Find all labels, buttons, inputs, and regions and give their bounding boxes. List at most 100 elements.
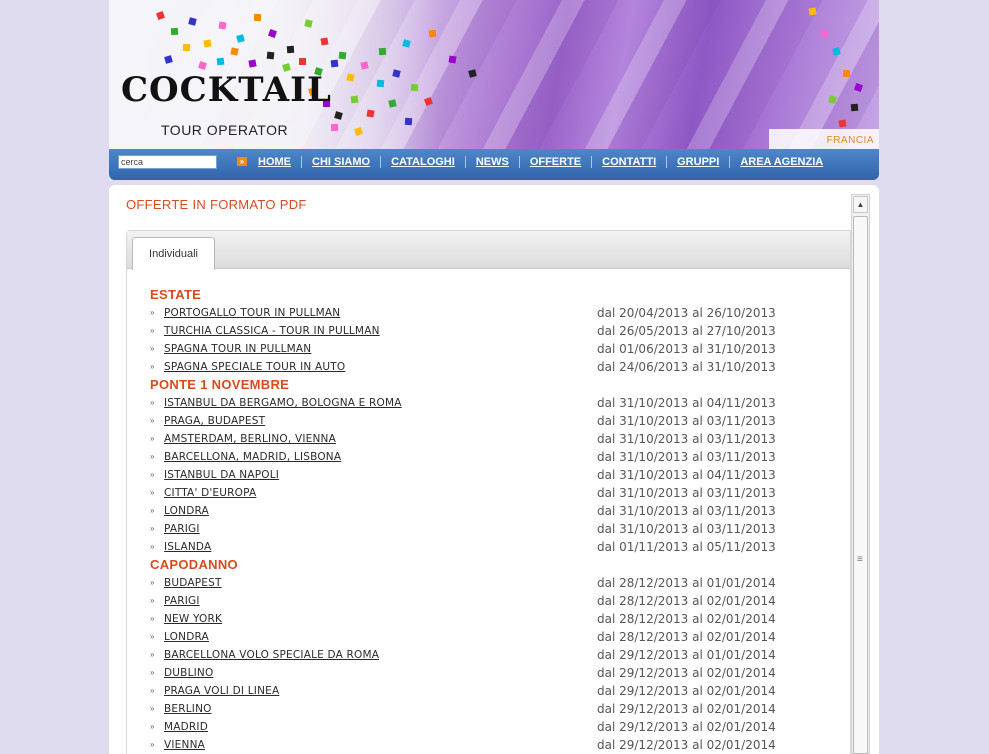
offer-link[interactable]: ISLANDA <box>164 538 211 556</box>
double-chevron-icon: » <box>150 542 155 551</box>
offer-dates: dal 31/10/2013 al 03/11/2013 <box>597 414 776 428</box>
header-banner: COCKTAIL TOUR OPERATOR FRANCIA <box>109 0 879 149</box>
logo[interactable]: COCKTAIL <box>121 70 332 110</box>
offer-row: » LONDRA dal 28/12/2013 al 02/01/2014 <box>150 628 850 646</box>
offer-link[interactable]: ISTANBUL DA NAPOLI <box>164 466 279 484</box>
offer-row: » MADRID dal 29/12/2013 al 02/01/2014 <box>150 718 850 736</box>
double-chevron-icon: » <box>150 362 155 371</box>
offer-row: » SPAGNA TOUR IN PULLMAN dal 01/06/2013 al… <box>150 340 850 358</box>
offer-link[interactable]: PARIGI <box>164 520 200 538</box>
double-chevron-icon: » <box>150 470 155 479</box>
section-title: CAPODANNO <box>150 557 238 572</box>
offer-dates: dal 31/10/2013 al 03/11/2013 <box>597 432 776 446</box>
double-chevron-icon: » <box>150 434 155 443</box>
search-go-icon[interactable]: » <box>237 157 247 166</box>
offer-link[interactable]: TURCHIA CLASSICA - TOUR IN PULLMAN <box>164 322 380 340</box>
offer-dates: dal 31/10/2013 al 04/11/2013 <box>597 396 776 410</box>
offer-link[interactable]: AMSTERDAM, BERLINO, VIENNA <box>164 430 336 448</box>
double-chevron-icon: » <box>150 668 155 677</box>
offer-dates: dal 28/12/2013 al 02/01/2014 <box>597 630 776 644</box>
offer-dates: dal 31/10/2013 al 03/11/2013 <box>597 504 776 518</box>
offer-dates: dal 29/12/2013 al 02/01/2014 <box>597 738 776 752</box>
offer-row: » ISTANBUL DA NAPOLI dal 31/10/2013 al 04/… <box>150 466 850 484</box>
offer-link[interactable]: SPAGNA SPECIALE TOUR IN AUTO <box>164 358 345 376</box>
offer-link[interactable]: ISTANBUL DA BERGAMO, BOLOGNA E ROMA <box>164 394 402 412</box>
offer-link[interactable]: BUDAPEST <box>164 574 222 592</box>
offer-dates: dal 26/05/2013 al 27/10/2013 <box>597 324 776 338</box>
double-chevron-icon: » <box>150 740 155 749</box>
double-chevron-icon: » <box>150 488 155 497</box>
double-chevron-icon: » <box>150 614 155 623</box>
offer-dates: dal 31/10/2013 al 04/11/2013 <box>597 468 776 482</box>
double-chevron-icon: » <box>150 398 155 407</box>
offer-dates: dal 29/12/2013 al 02/01/2014 <box>597 666 776 680</box>
double-chevron-icon: » <box>150 452 155 461</box>
nav-gruppi[interactable]: GRUPPI <box>677 156 719 168</box>
nav-menu: HOME CHI SIAMO CATALOGHI NEWS OFFERTE CONTATT… <box>258 149 823 174</box>
search-input[interactable] <box>118 155 217 169</box>
offer-dates: dal 01/11/2013 al 05/11/2013 <box>597 540 776 554</box>
nav-contatti[interactable]: CONTATTI <box>602 156 656 168</box>
offer-dates: dal 31/10/2013 al 03/11/2013 <box>597 486 776 500</box>
offer-link[interactable]: NEW YORK <box>164 610 222 628</box>
offer-row: » PARIGI dal 31/10/2013 al 03/11/2013 <box>150 520 850 538</box>
offer-dates: dal 29/12/2013 al 02/01/2014 <box>597 684 776 698</box>
offer-link[interactable]: PORTOGALLO TOUR IN PULLMAN <box>164 304 340 322</box>
offer-dates: dal 29/12/2013 al 01/01/2014 <box>597 648 776 662</box>
offer-link[interactable]: BARCELLONA, MADRID, LISBONA <box>164 448 341 466</box>
offer-link[interactable]: SPAGNA TOUR IN PULLMAN <box>164 340 311 358</box>
nav-offerte[interactable]: OFFERTE <box>530 156 581 168</box>
offer-row: » DUBLINO dal 29/12/2013 al 02/01/2014 <box>150 664 850 682</box>
offer-link[interactable]: LONDRA <box>164 502 209 520</box>
offer-dates: dal 28/12/2013 al 01/01/2014 <box>597 576 776 590</box>
nav-home[interactable]: HOME <box>258 156 291 168</box>
offer-link[interactable]: DUBLINO <box>164 664 213 682</box>
tab-individuali[interactable]: Individuali <box>132 237 215 270</box>
offer-row: » PRAGA, BUDAPEST dal 31/10/2013 al 03/11/… <box>150 412 850 430</box>
offer-row: » NEW YORK dal 28/12/2013 al 02/01/2014 <box>150 610 850 628</box>
vertical-scrollbar[interactable]: ▲ ≡ <box>851 194 870 754</box>
tab-strip: Individuali <box>127 231 850 270</box>
nav-area-agenzia[interactable]: AREA AGENZIA <box>740 156 823 168</box>
nav-chi-siamo[interactable]: CHI SIAMO <box>312 156 370 168</box>
double-chevron-icon: » <box>150 704 155 713</box>
offer-row: » TURCHIA CLASSICA - TOUR IN PULLMAN dal 2… <box>150 322 850 340</box>
nav-news[interactable]: NEWS <box>476 156 509 168</box>
offer-row: » BUDAPEST dal 28/12/2013 al 01/01/2014 <box>150 574 850 592</box>
offer-link[interactable]: VIENNA <box>164 736 205 754</box>
logo-subtitle: TOUR OPERATOR <box>161 122 289 138</box>
scrollbar-thumb[interactable]: ≡ <box>853 216 868 754</box>
offer-link[interactable]: LONDRA <box>164 628 209 646</box>
offer-link[interactable]: PARIGI <box>164 592 200 610</box>
site-wrapper: COCKTAIL TOUR OPERATOR FRANCIA » HOME CHI… <box>109 0 879 180</box>
scroll-up-arrow-icon[interactable]: ▲ <box>853 196 868 213</box>
offer-link[interactable]: PRAGA VOLI DI LINEA <box>164 682 279 700</box>
offer-link[interactable]: BERLINO <box>164 700 212 718</box>
country-label: FRANCIA <box>826 135 874 146</box>
offer-row: » PORTOGALLO TOUR IN PULLMAN dal 20/04/201… <box>150 304 850 322</box>
offer-link[interactable]: MADRID <box>164 718 208 736</box>
offer-link[interactable]: CITTA' D'EUROPA <box>164 484 256 502</box>
page-title: OFFERTE IN FORMATO PDF <box>126 197 307 212</box>
double-chevron-icon: » <box>150 578 155 587</box>
offer-dates: dal 20/04/2013 al 26/10/2013 <box>597 306 776 320</box>
offer-dates: dal 31/10/2013 al 03/11/2013 <box>597 522 776 536</box>
offer-dates: dal 28/12/2013 al 02/01/2014 <box>597 612 776 626</box>
offer-link[interactable]: PRAGA, BUDAPEST <box>164 412 265 430</box>
double-chevron-icon: » <box>150 596 155 605</box>
nav-cataloghi[interactable]: CATALOGHI <box>391 156 455 168</box>
double-chevron-icon: » <box>150 632 155 641</box>
offer-dates: dal 01/06/2013 al 31/10/2013 <box>597 342 776 356</box>
offer-row: » ISTANBUL DA BERGAMO, BOLOGNA E ROMA dal … <box>150 394 850 412</box>
offer-row: » BARCELLONA VOLO SPECIALE DA ROMA dal 29/… <box>150 646 850 664</box>
offer-link[interactable]: BARCELLONA VOLO SPECIALE DA ROMA <box>164 646 379 664</box>
offer-row: » VIENNA dal 29/12/2013 al 02/01/2014 <box>150 736 850 754</box>
double-chevron-icon: » <box>150 326 155 335</box>
offer-row: » PARIGI dal 28/12/2013 al 02/01/2014 <box>150 592 850 610</box>
double-chevron-icon: » <box>150 344 155 353</box>
offer-row: » ISLANDA dal 01/11/2013 al 05/11/2013 <box>150 538 850 556</box>
double-chevron-icon: » <box>150 686 155 695</box>
double-chevron-icon: » <box>150 506 155 515</box>
offer-row: » BARCELLONA, MADRID, LISBONA dal 31/10/20… <box>150 448 850 466</box>
main-nav: » HOME CHI SIAMO CATALOGHI NEWS OFFERTE CONTA… <box>109 149 879 180</box>
